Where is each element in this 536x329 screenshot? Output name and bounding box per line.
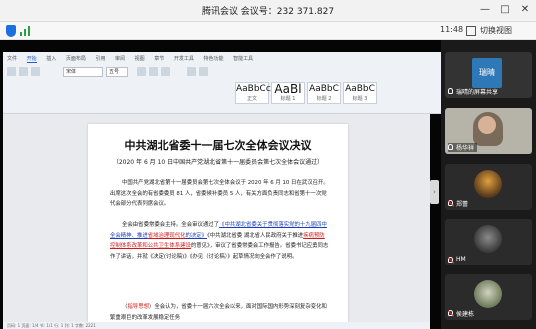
style-heading-2[interactable]: AaBbC 标题 2	[307, 82, 341, 104]
avatar	[474, 280, 502, 308]
style-normal[interactable]: AaBbCcD 正文	[235, 82, 278, 104]
tab-insert[interactable]: 插入	[46, 56, 56, 62]
maximize-button[interactable]: □	[496, 2, 514, 18]
grid-icon	[466, 26, 476, 36]
mic-muted-icon	[448, 200, 453, 206]
tab-features[interactable]: 特色功能	[203, 56, 223, 62]
participant-tile[interactable]: HM	[445, 219, 532, 265]
ribbon-tabs: 文件 开始 插入 页面布局 引用 审阅 视图 章节 开发工具 特色功能 智能工具	[7, 55, 261, 65]
switch-view-button[interactable]: 切换视图	[466, 24, 512, 38]
minimize-button[interactable]: —	[476, 2, 494, 18]
status-bar: 11:48 切换视图	[0, 22, 536, 40]
tab-section[interactable]: 章节	[154, 56, 164, 62]
style-heading-1[interactable]: AaBl 标题 1	[271, 82, 305, 104]
mic-muted-icon	[448, 257, 453, 263]
participant-tile[interactable]: 郑蕾	[445, 164, 532, 210]
document-title: 中共湖北省委十一届七次全体会议决议	[124, 139, 312, 152]
participant-tile[interactable]: 瑞晴 瑞晴的屏幕共享	[445, 52, 532, 98]
paragraph-1: 中国共产党湖北省第十一届委员会第七次全体会议于 2020 年 6 月 10 日在…	[110, 180, 329, 207]
document-subtitle: （2020 年 6 月 10 日中国共产党湖北省第十一届委员会第七次全体会议通过…	[112, 159, 324, 166]
participant-tile[interactable]: 侯建栋	[445, 274, 532, 320]
tab-file[interactable]: 文件	[7, 56, 17, 62]
font-name-select[interactable]: 宋体	[63, 67, 103, 77]
avatar	[474, 225, 502, 253]
title-bar: 腾讯会议 会议号：232 371.827 — □ ✕	[0, 0, 536, 22]
signal-icon[interactable]	[20, 26, 32, 36]
style-heading-3[interactable]: AaBbC 标题 3	[343, 82, 377, 104]
paste-icon[interactable]	[7, 67, 16, 76]
wps-toolbar: 文件 开始 插入 页面布局 引用 审阅 视图 章节 开发工具 特色功能 智能工具…	[3, 52, 441, 114]
participant-name: HM	[448, 256, 466, 263]
tab-layout[interactable]: 页面布局	[66, 56, 86, 62]
person-face	[478, 116, 496, 134]
avatar	[474, 170, 502, 198]
meeting-time: 11:48	[440, 25, 464, 34]
mic-muted-icon	[448, 310, 453, 316]
paragraph-3: （指导思想）全会认为，省委十一届六次全会以来，面对国际国内形势深刻复杂变化和繁重…	[110, 304, 327, 321]
close-button[interactable]: ✕	[516, 2, 534, 18]
participant-name: 侯建栋	[448, 309, 474, 318]
wps-status-bar: 页码: 1 页面: 1/4 节: 1/1 行: 1 列: 1 字数: 2221	[3, 322, 430, 329]
tab-view[interactable]: 视图	[135, 56, 145, 62]
window-title: 腾讯会议 会议号：232 371.827	[201, 7, 335, 17]
panel-collapse-handle[interactable]: ›	[430, 180, 439, 204]
participant-name: 杨华祥	[448, 143, 478, 152]
tab-home[interactable]: 开始	[26, 56, 37, 63]
italic-icon[interactable]	[149, 67, 158, 76]
document-page[interactable]: 中共湖北省委十一届七次全体会议决议 （2020 年 6 月 10 日中国共产党湖…	[88, 124, 348, 322]
tab-smart-tools[interactable]: 智能工具	[233, 56, 253, 62]
paragraph-2: 全会由省委常委会主持。全会审议通过了《中共湖北省委关于贯彻落实党的十九届四中全会…	[110, 222, 329, 260]
font-size-select[interactable]: 五号	[106, 67, 128, 77]
tab-developer[interactable]: 开发工具	[174, 56, 194, 62]
mic-icon	[448, 88, 453, 94]
participant-name: 瑞晴的屏幕共享	[448, 87, 498, 96]
numbered-list-icon[interactable]	[199, 67, 208, 76]
underline-icon[interactable]	[161, 67, 170, 76]
tab-references[interactable]: 引用	[95, 56, 105, 62]
mic-icon	[448, 144, 453, 150]
copy-icon[interactable]	[31, 67, 40, 76]
avatar: 瑞晴	[472, 58, 502, 88]
list-icon[interactable]	[187, 67, 196, 76]
participant-tile[interactable]: 杨华祥	[445, 108, 532, 154]
participant-name: 郑蕾	[448, 199, 468, 208]
cut-icon[interactable]	[19, 67, 28, 76]
shield-icon[interactable]	[6, 25, 16, 37]
tab-review[interactable]: 审阅	[115, 56, 125, 62]
switch-view-label: 切换视图	[480, 26, 512, 35]
meeting-window: 腾讯会议 会议号：232 371.827 — □ ✕ 11:48 切换视图 文件…	[0, 0, 536, 329]
bold-icon[interactable]	[137, 67, 146, 76]
